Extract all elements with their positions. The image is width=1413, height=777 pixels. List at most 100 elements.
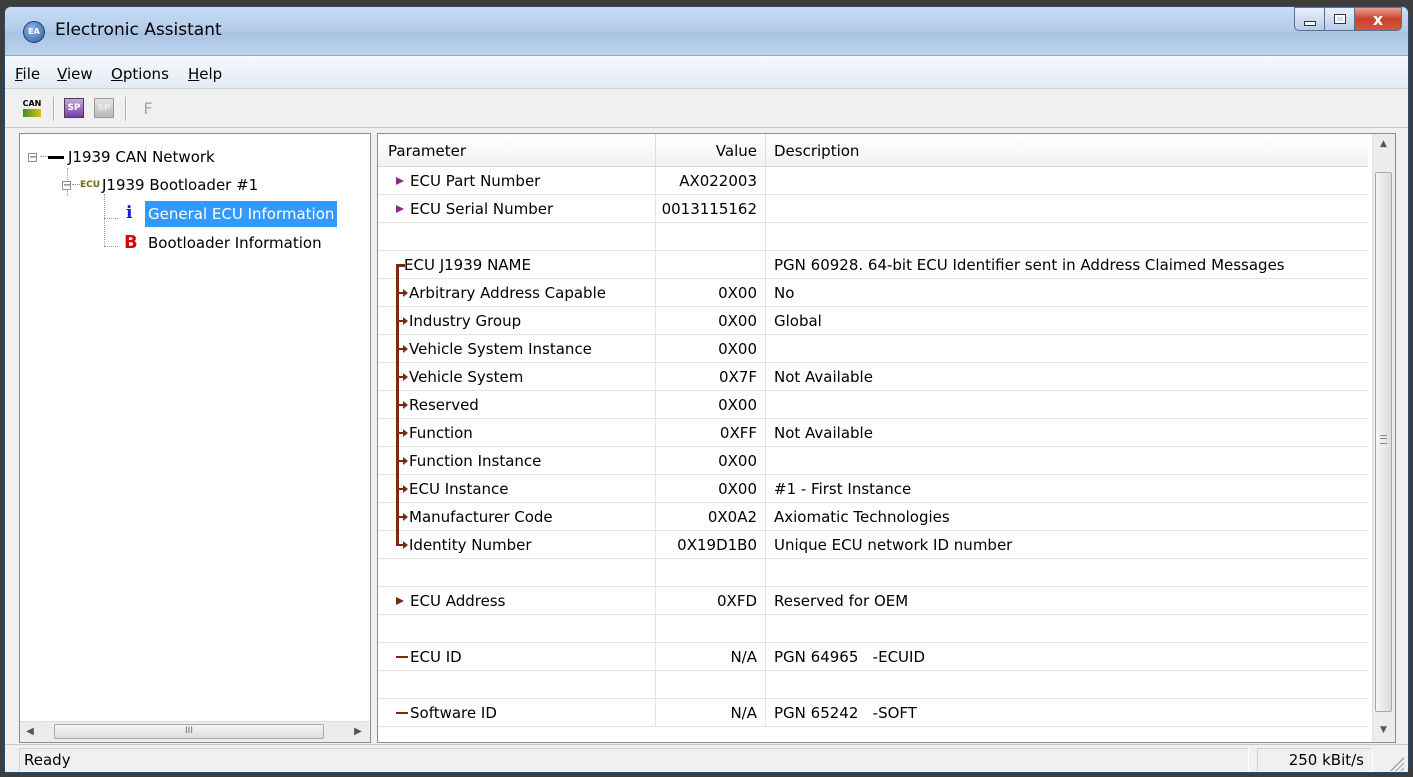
cell-description [766, 615, 1368, 643]
network-icon [48, 156, 64, 159]
can-network-icon: CAN [22, 99, 41, 117]
maximize-button[interactable] [1324, 7, 1354, 31]
table-row[interactable]: ECU Serial Number 0013115162 [378, 195, 1368, 223]
cell-parameter: ECU Instance [378, 475, 656, 503]
cell-parameter: Manufacturer Code [378, 503, 656, 531]
cell-value [656, 251, 766, 279]
cell-description: PGN 60928. 64-bit ECU Identifier sent in… [774, 256, 1285, 274]
group-branch-icon [396, 335, 408, 363]
cell-value [656, 559, 766, 587]
cell-parameter: ECU Serial Number [378, 195, 656, 223]
menu-file[interactable]: File [15, 65, 40, 83]
parameter-dash-icon [396, 656, 408, 658]
group-branch-icon [396, 307, 408, 335]
parameter-label: ECU Serial Number [410, 200, 554, 218]
table-row[interactable]: Arbitrary Address Capable 0X00 No [378, 279, 1368, 307]
menu-options[interactable]: Options [111, 65, 169, 83]
parameter-label: Arbitrary Address Capable [409, 284, 606, 302]
tree-item-bootloader[interactable]: − ECU J1939 Bootloader #1 [20, 172, 370, 198]
tree-horizontal-scrollbar[interactable]: ◀ III ▶ [20, 721, 370, 742]
menu-bar: File View Options Help [5, 56, 1408, 89]
scroll-down-icon[interactable]: ▼ [1375, 722, 1392, 739]
setpoint-file-button[interactable]: SP [61, 95, 87, 121]
scroll-right-icon[interactable]: ▶ [350, 724, 366, 740]
cell-parameter [378, 615, 656, 643]
table-row[interactable]: ECU Instance 0X00 #1 - First Instance [378, 475, 1368, 503]
group-branch-icon [396, 419, 408, 447]
cell-value: 0X00 [656, 335, 766, 363]
column-header-value[interactable]: Value [656, 134, 766, 166]
table-row[interactable]: Vehicle System 0X7F Not Available [378, 363, 1368, 391]
parameter-grid[interactable]: Parameter Value Description ECU Part Num… [377, 133, 1396, 743]
table-row[interactable]: ECU ID N/A PGN 64965 -ECUID [378, 643, 1368, 671]
scroll-up-icon[interactable]: ▲ [1375, 136, 1392, 153]
cell-description: PGN 64965 -ECUID [774, 648, 925, 666]
table-row[interactable]: Identity Number 0X19D1B0 Unique ECU networ… [378, 531, 1368, 559]
menu-view[interactable]: View [57, 65, 93, 83]
tree-item-general-info[interactable]: i General ECU Information [20, 200, 370, 227]
minimize-button[interactable] [1294, 7, 1324, 31]
group-branch-icon [396, 391, 408, 419]
flash-button[interactable]: F [135, 95, 161, 121]
cell-parameter [378, 559, 656, 587]
close-button[interactable]: x [1354, 7, 1402, 31]
table-row[interactable]: Manufacturer Code 0X0A2 Axiomatic Technolo… [378, 503, 1368, 531]
table-row[interactable]: Software ID N/A PGN 65242 -SOFT [378, 699, 1368, 727]
setpoint-file-icon: SP [64, 98, 84, 118]
column-header-description[interactable]: Description [766, 134, 1368, 166]
parameter-label: Reserved [409, 396, 479, 414]
cell-description: Global [774, 312, 822, 330]
parameter-label: Software ID [410, 704, 497, 722]
scroll-grip-icon [1380, 435, 1387, 444]
connect-can-button[interactable]: CAN [19, 95, 45, 121]
parameter-label: Manufacturer Code [409, 508, 553, 526]
collapse-icon[interactable]: − [62, 181, 71, 191]
menu-file-mnemonic: F [15, 65, 23, 83]
table-row[interactable] [378, 223, 1368, 251]
cell-description [766, 195, 1368, 223]
cell-parameter: Function Instance [378, 447, 656, 475]
table-row[interactable]: ECU J1939 NAME PGN 60928. 64-bit ECU Iden… [378, 251, 1368, 279]
resize-grip-icon[interactable] [1390, 757, 1404, 771]
scroll-thumb[interactable] [1375, 172, 1392, 712]
window-title: Electronic Assistant [55, 20, 222, 40]
table-row[interactable]: Reserved 0X00 [378, 391, 1368, 419]
cell-value: N/A [656, 643, 766, 671]
parameter-label: Vehicle System Instance [409, 340, 592, 358]
save-setpoint-button[interactable]: SP [91, 95, 117, 121]
caption-buttons: x [1294, 7, 1402, 33]
network-tree[interactable]: − J1939 CAN Network − ECU J1939 Bootload… [19, 133, 371, 743]
scroll-thumb[interactable]: III [54, 724, 324, 739]
parameter-label: Function [409, 424, 473, 442]
scroll-left-icon[interactable]: ◀ [22, 724, 38, 740]
cell-value: 0X19D1B0 [656, 531, 766, 559]
table-row[interactable]: ECU Address 0XFD Reserved for OEM [378, 587, 1368, 615]
collapse-icon[interactable]: − [28, 153, 37, 163]
group-branch-icon [396, 447, 408, 475]
table-row[interactable] [378, 671, 1368, 699]
cell-value [656, 671, 766, 699]
column-header-parameter[interactable]: Parameter [378, 134, 656, 166]
grid-vertical-scrollbar[interactable]: ▲ ▼ [1372, 134, 1395, 742]
cell-parameter [378, 223, 656, 251]
table-row[interactable] [378, 615, 1368, 643]
title-bar[interactable]: EA Electronic Assistant x [5, 7, 1408, 56]
cell-parameter: Vehicle System Instance [378, 335, 656, 363]
parameter-dash-icon [396, 712, 408, 714]
cell-description: Reserved for OEM [774, 592, 909, 610]
group-branch-icon [396, 363, 408, 391]
table-row[interactable]: Function 0XFF Not Available [378, 419, 1368, 447]
cell-description: Axiomatic Technologies [774, 508, 950, 526]
table-row[interactable]: ECU Part Number AX022003 [378, 167, 1368, 195]
app-window: EA Electronic Assistant x File View Opti… [4, 6, 1409, 773]
table-row[interactable]: Industry Group 0X00 Global [378, 307, 1368, 335]
cell-parameter: Industry Group [378, 307, 656, 335]
menu-help[interactable]: Help [188, 65, 222, 83]
table-row[interactable]: Vehicle System Instance 0X00 [378, 335, 1368, 363]
cell-value: 0X7F [656, 363, 766, 391]
table-row[interactable]: Function Instance 0X00 [378, 447, 1368, 475]
tree-item-network[interactable]: − J1939 CAN Network [20, 144, 370, 170]
table-row[interactable] [378, 559, 1368, 587]
menu-options-label: ptions [122, 65, 169, 83]
tree-item-bootloader-info[interactable]: B Bootloader Information [20, 230, 370, 256]
